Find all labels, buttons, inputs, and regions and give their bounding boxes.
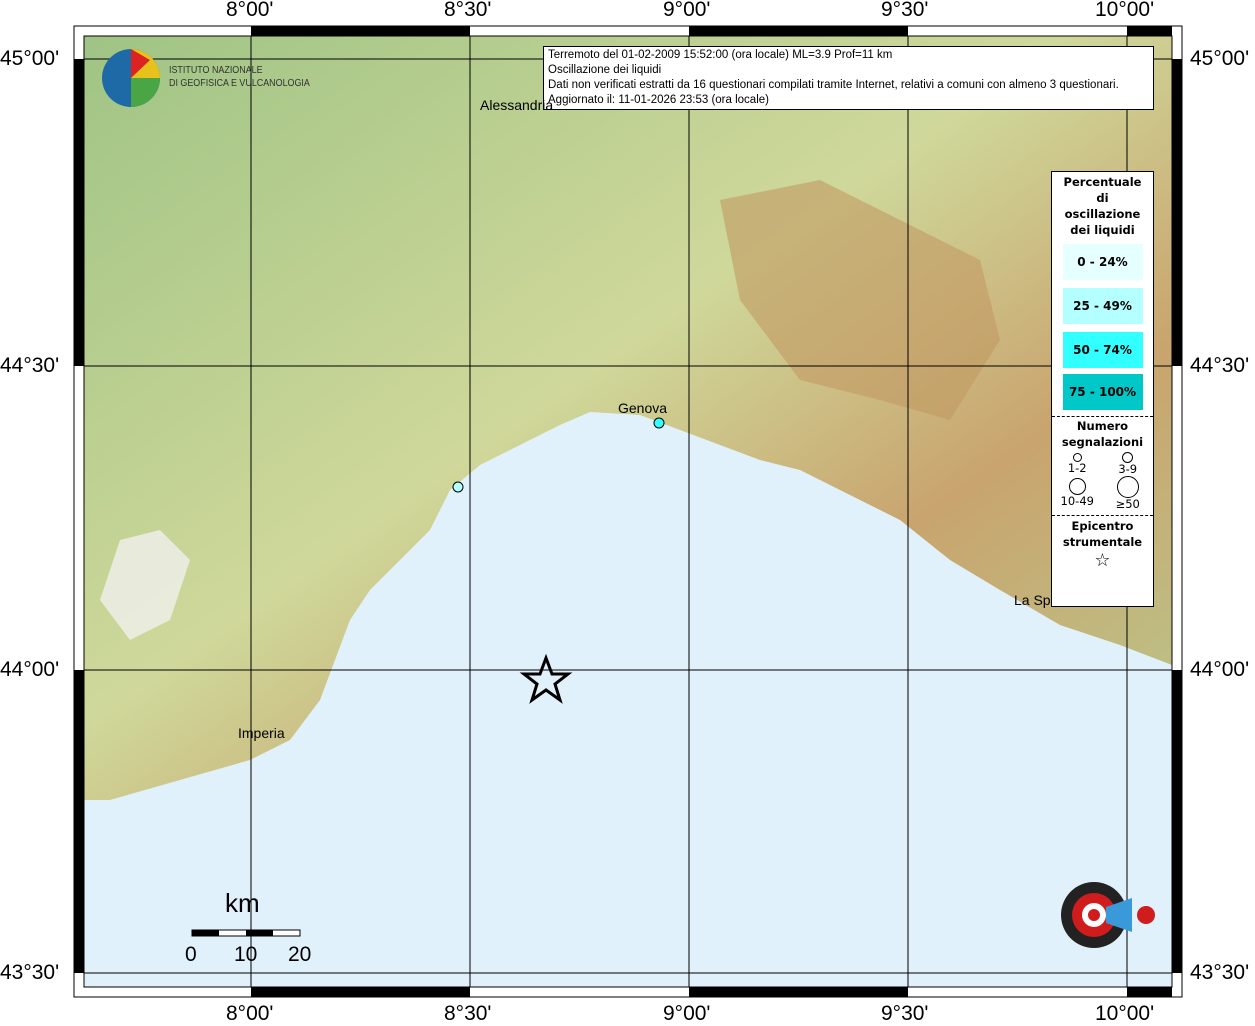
lon-label: 8°00'	[226, 0, 274, 21]
lon-label: 10°00'	[1095, 1002, 1155, 1025]
legend: Percentuale di oscillazione dei liquidi …	[1051, 171, 1154, 607]
info-line: Dati non verificati estratti da 16 quest…	[548, 79, 1119, 91]
legend-title: Percentuale di oscillazione dei liquidi	[1063, 175, 1142, 237]
count-label: 10-49	[1060, 494, 1094, 508]
lon-label: 9°00'	[663, 1002, 711, 1025]
report-point[interactable]	[452, 481, 464, 493]
lon-label: 9°00'	[663, 0, 711, 21]
lat-label: 44°00'	[0, 658, 60, 681]
lon-label: 9°30'	[881, 1002, 929, 1025]
info-box: Terremoto del 01-02-2009 15:52:00 (ora l…	[543, 46, 1154, 110]
report-genova[interactable]	[653, 417, 665, 429]
lat-label: 44°00'	[1190, 658, 1250, 681]
town-label: Genova	[618, 400, 668, 416]
scale-label: 20	[288, 943, 312, 966]
legend-class: 0 - 24%	[1062, 244, 1143, 280]
town-label: La Sp	[1014, 592, 1051, 608]
count-title: Numero segnalazioni	[1061, 419, 1144, 449]
lat-label: 43°30'	[0, 961, 60, 984]
lat-label: 44°30'	[1190, 354, 1250, 377]
count-label: 1-2	[1067, 461, 1087, 475]
legend-class: 50 - 74%	[1062, 332, 1143, 368]
lon-label: 9°30'	[881, 0, 929, 21]
info-line: Aggiornato il: 11-01-2026 23:53 (ora loc…	[548, 94, 769, 106]
epicenter-title: Epicentro strumentale	[1062, 519, 1143, 549]
ingv-line1: ISTITUTO NAZIONALE	[169, 64, 263, 76]
scale-label: 0	[185, 943, 197, 966]
count-label: 3-9	[1118, 462, 1138, 476]
ingv-line2: DI GEOFISICA E VULCANOLOGIA	[169, 77, 310, 89]
lat-label: 44°30'	[0, 354, 60, 377]
ingv-logo-text: ISTITUTO NAZIONALE DI GEOFISICA E VULCAN…	[169, 64, 310, 90]
lon-label: 8°30'	[444, 1002, 492, 1025]
lon-label: 10°00'	[1095, 0, 1155, 21]
lon-label: 8°00'	[226, 1002, 274, 1025]
star-icon: ☆	[1094, 550, 1111, 571]
town-label: Alessandria	[480, 97, 554, 113]
lat-label: 45°00'	[0, 47, 60, 70]
legend-class: 25 - 49%	[1062, 288, 1143, 324]
legend-class: 75 - 100%	[1062, 374, 1143, 410]
lat-label: 45°00'	[1190, 47, 1250, 70]
ingv-logo-icon	[102, 49, 160, 107]
count-label: ≥50	[1115, 497, 1140, 511]
lat-label: 43°30'	[1190, 961, 1250, 984]
scale-bar	[191, 929, 301, 937]
info-line: Oscillazione dei liquidi	[548, 64, 662, 76]
scale-label: 10	[234, 943, 258, 966]
info-line: Terremoto del 01-02-2009 15:52:00 (ora l…	[548, 49, 893, 61]
lon-label: 8°30'	[444, 0, 492, 21]
scale-unit: km	[225, 888, 260, 918]
town-label: Imperia	[238, 725, 285, 741]
